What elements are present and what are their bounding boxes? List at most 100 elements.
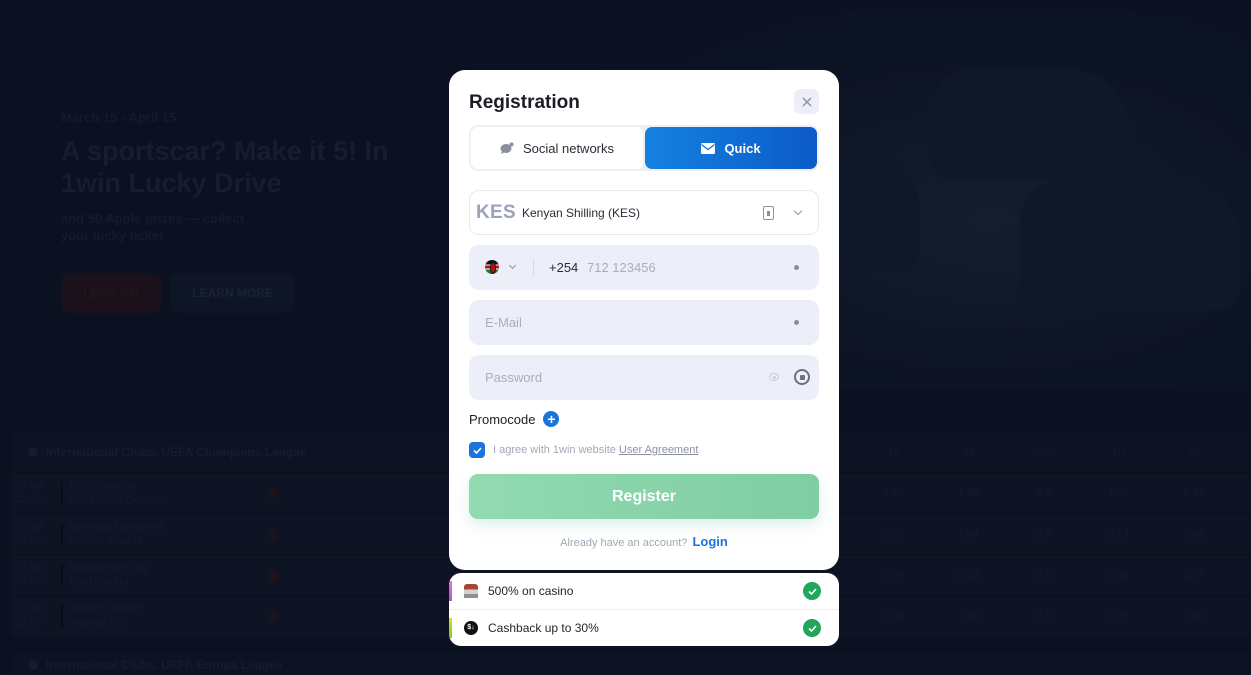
promo-date: March 15 - April 15 xyxy=(61,110,177,125)
divider xyxy=(61,482,63,504)
agreement-text: I agree with 1win website xyxy=(493,444,616,456)
verified-check-icon xyxy=(803,582,821,600)
odds-value: 1.65 xyxy=(957,487,980,499)
promocode-toggle[interactable]: Promocode + xyxy=(469,411,560,427)
car-image xyxy=(930,70,1130,180)
modal-title: Registration xyxy=(469,92,580,113)
league-section: International Clubs. UEFA Europa League xyxy=(11,652,1251,675)
plus-icon[interactable]: + xyxy=(543,411,560,427)
odds-headers: 1X 12 X2 Total TU TO xyxy=(781,432,1231,472)
email-placeholder: E-Mail xyxy=(485,315,522,330)
verified-check-icon xyxy=(803,619,821,637)
divider xyxy=(61,564,63,586)
bonus-panel: 500% on casino $↓ Cashback up to 30% xyxy=(449,573,839,646)
login-prompt: Already have an account? xyxy=(560,537,688,549)
tab-label: Quick xyxy=(724,140,761,156)
tab-label: Social networks xyxy=(522,140,615,156)
odds-value: 3.5 xyxy=(1035,487,1052,499)
odds-value: 1.60 xyxy=(1182,610,1205,622)
car-image xyxy=(1020,180,1240,310)
odds-row: 1.441.301.582.52.291.60 xyxy=(781,596,1231,636)
agreement-checkbox[interactable] xyxy=(469,442,485,458)
league-name: International Clubs. UEFA Champions Leag… xyxy=(46,445,307,459)
odds-value: 2.36 xyxy=(1107,569,1130,581)
divider xyxy=(61,523,63,545)
league-header: International Clubs. UEFA Europa League xyxy=(11,652,1251,675)
eye-icon[interactable] xyxy=(769,373,779,381)
slot-machine-icon xyxy=(464,584,478,598)
agreement-row: I agree with 1win website User Agreement xyxy=(469,442,698,458)
odds-value: 1.30 xyxy=(882,528,905,540)
match-teams: FC Barcelona Paris Saint-Germain xyxy=(69,480,169,506)
divider xyxy=(533,259,534,276)
tab-social-networks[interactable]: Social networks xyxy=(471,127,643,169)
fire-icon xyxy=(269,528,277,540)
required-indicator-icon xyxy=(794,265,799,270)
required-indicator-icon xyxy=(794,320,799,325)
promo-subtitle: and 50 Apple prizes — collect your lucky… xyxy=(61,211,245,243)
close-button[interactable] xyxy=(794,89,819,114)
chevron-down-icon[interactable] xyxy=(508,261,517,270)
phone-field[interactable]: +254 712 123456 xyxy=(469,245,819,290)
odds-value: 1.72 xyxy=(1107,487,1130,499)
password-field[interactable]: Password xyxy=(469,355,819,400)
chevron-down-icon xyxy=(793,206,803,216)
odds-value: 1.28 xyxy=(882,487,905,499)
bonus-label: 500% on casino xyxy=(488,584,574,598)
fire-icon xyxy=(269,610,277,622)
kenya-flag-icon xyxy=(485,260,499,274)
chat-bubble-icon xyxy=(500,142,514,154)
bonus-item: $↓ Cashback up to 30% xyxy=(449,609,839,645)
odds-value: 2.29 xyxy=(1107,610,1130,622)
registration-method-tabs: Social networks Quick xyxy=(469,125,819,171)
odds-value: 2.5 xyxy=(1035,569,1052,581)
match-time: 16 apr 22:00 xyxy=(16,480,45,505)
odds-value: 2.5 xyxy=(1035,528,1052,540)
match-time: 17 apr 22:00 xyxy=(16,603,45,628)
odds-value: 2.14 xyxy=(1182,487,1205,499)
odds-value: 1.30 xyxy=(882,610,905,622)
user-agreement-link[interactable]: User Agreement xyxy=(619,444,698,456)
cashback-icon: $↓ xyxy=(464,621,478,635)
lets-go-button: LET'S GO xyxy=(61,273,161,313)
phone-country-code: +254 xyxy=(549,260,579,275)
login-prompt-row: Already have an account? Login xyxy=(449,534,839,549)
register-button[interactable]: Register xyxy=(469,474,819,519)
registration-modal: Registration Social networks Quick KES K… xyxy=(449,70,839,570)
tab-quick[interactable]: Quick xyxy=(645,127,817,169)
match-teams: Manchester City Real Madrid xyxy=(69,562,149,588)
odds-header: 12 xyxy=(887,446,900,458)
league-name: International Clubs. UEFA Europa League xyxy=(46,658,283,672)
odds-value: 1.64 xyxy=(957,528,980,540)
password-generator-icon[interactable] xyxy=(794,369,810,385)
odds-row: 1.391.301.642.52.241.66 xyxy=(781,514,1231,554)
learn-more-button: LEARN MORE xyxy=(170,273,295,313)
odds-value: 2.24 xyxy=(1107,528,1130,540)
checkmark-icon xyxy=(472,446,482,454)
match-teams: Bayern Munich Arsenal FC xyxy=(69,603,143,629)
odds-value: 2.5 xyxy=(1035,610,1052,622)
bonus-label: Cashback up to 30% xyxy=(488,620,599,635)
odds-header: TU xyxy=(1111,446,1126,458)
bonus-item: 500% on casino xyxy=(449,573,839,609)
currency-select[interactable]: KES Kenyan Shilling (KES) xyxy=(469,190,819,235)
email-field[interactable]: E-Mail xyxy=(469,300,819,345)
close-icon xyxy=(802,97,811,106)
promo-title: A sportscar? Make it 5! In 1win Lucky Dr… xyxy=(61,136,389,198)
phone-placeholder: 712 123456 xyxy=(587,260,656,275)
odds-header: X2 xyxy=(961,446,976,458)
document-icon xyxy=(763,206,774,220)
match-time: 16 apr 22:00 xyxy=(16,521,45,546)
odds-header: Total xyxy=(1031,446,1056,458)
fire-icon xyxy=(269,487,277,499)
odds-row: 1.201.242.182.52.361.57 xyxy=(781,555,1231,595)
currency-code: KES xyxy=(476,201,516,223)
login-link[interactable]: Login xyxy=(692,534,727,549)
odds-value: 2.18 xyxy=(957,569,980,581)
fire-icon xyxy=(269,569,277,581)
promocode-label: Promocode xyxy=(469,411,536,427)
match-teams: Borussia Dortmund Atletico Madrid xyxy=(69,521,164,547)
divider xyxy=(61,605,63,627)
odds-row: 1.401.281.653.51.722.14 xyxy=(781,473,1231,513)
football-icon xyxy=(28,660,38,670)
